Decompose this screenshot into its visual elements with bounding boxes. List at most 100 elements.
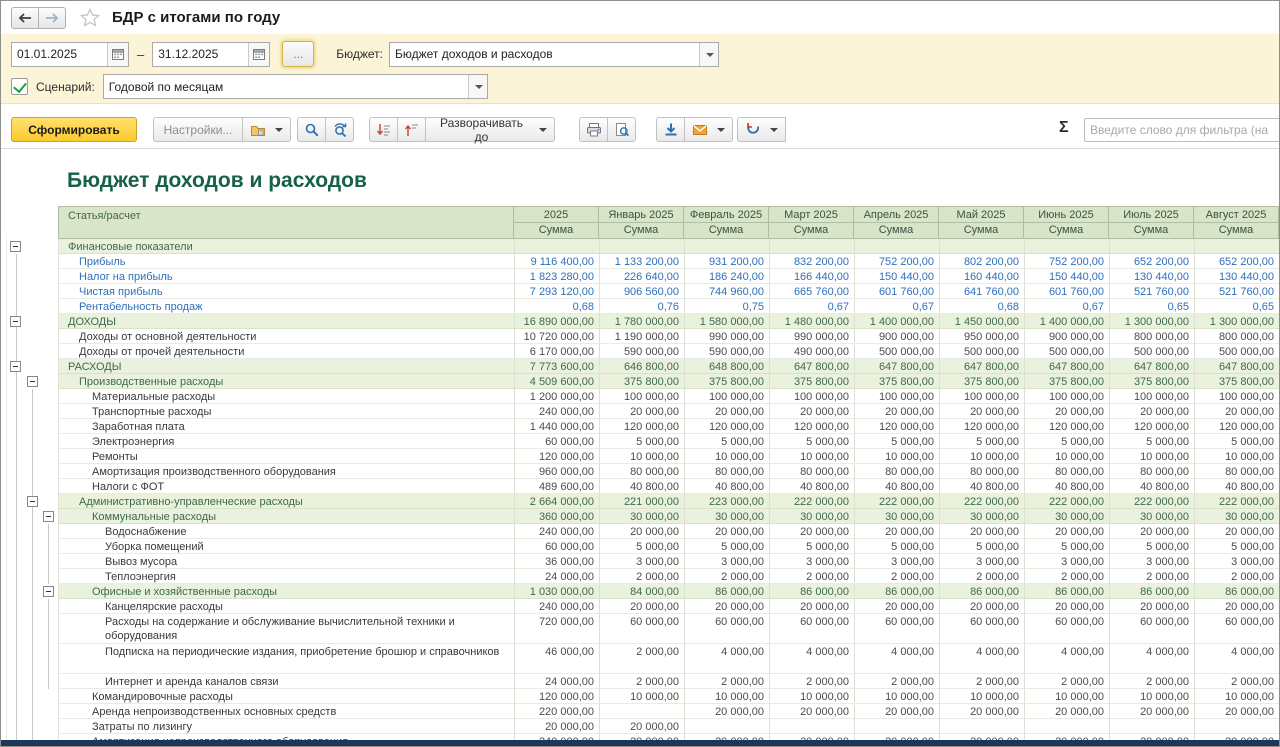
- value-cell: 60 000,00: [854, 614, 939, 644]
- value-cell: [1109, 239, 1194, 254]
- period-picker-button[interactable]: ...: [282, 41, 314, 67]
- scenario-checkbox[interactable]: [11, 78, 28, 95]
- collapse-expander-icon[interactable]: [27, 376, 38, 387]
- value-cell: 240 000,00: [514, 524, 599, 539]
- value-cell: 10 000,00: [1194, 449, 1279, 464]
- budget-select[interactable]: Бюджет доходов и расходов: [389, 42, 719, 67]
- value-cell: 20 000,00: [1109, 704, 1194, 719]
- value-cell: 120 000,00: [514, 689, 599, 704]
- collapse-expander-icon[interactable]: [10, 316, 21, 327]
- value-cell: 590 000,00: [599, 344, 684, 359]
- article-cell: Доходы от прочей деятельности: [58, 344, 514, 359]
- value-cell: 521 760,00: [1109, 284, 1194, 299]
- value-cell: 1 823 280,00: [514, 269, 599, 284]
- table-row: Электроэнергия60 000,005 000,005 000,005…: [6, 434, 1279, 449]
- value-cell: 0,65: [1109, 299, 1194, 314]
- value-cell: 80 000,00: [684, 464, 769, 479]
- value-cell: 652 200,00: [1194, 254, 1279, 269]
- value-cell: 10 000,00: [599, 689, 684, 704]
- value-cell: 100 000,00: [684, 389, 769, 404]
- date-to-field[interactable]: 31.12.2025: [152, 42, 270, 67]
- print-preview-icon[interactable]: [607, 117, 636, 142]
- send-mail-button[interactable]: [684, 117, 733, 142]
- value-cell: 489 600,00: [514, 479, 599, 494]
- chevron-down-icon[interactable]: [468, 75, 487, 98]
- article-cell: Электроэнергия: [58, 434, 514, 449]
- favorite-star-icon[interactable]: [80, 8, 100, 27]
- value-cell: 2 000,00: [939, 569, 1024, 584]
- calendar-icon[interactable]: [107, 43, 128, 66]
- value-cell: 16 890 000,00: [514, 314, 599, 329]
- value-cell: 906 560,00: [599, 284, 684, 299]
- table-row: Чистая прибыль7 293 120,00906 560,00744 …: [6, 284, 1279, 299]
- value-cell: 490 000,00: [769, 344, 854, 359]
- value-cell: 86 000,00: [1109, 584, 1194, 599]
- back-button[interactable]: [11, 7, 39, 29]
- value-cell: 2 000,00: [599, 644, 684, 674]
- value-cell: 120 000,00: [769, 419, 854, 434]
- save-file-icon[interactable]: [656, 117, 685, 142]
- settings-button[interactable]: Настройки...: [153, 117, 243, 142]
- article-cell[interactable]: Чистая прибыль: [58, 284, 514, 299]
- value-cell: 20 000,00: [1109, 404, 1194, 419]
- value-cell: 5 000,00: [939, 539, 1024, 554]
- article-cell[interactable]: Прибыль: [58, 254, 514, 269]
- article-cell[interactable]: Налог на прибыль: [58, 269, 514, 284]
- article-cell: Ремонты: [58, 449, 514, 464]
- article-cell: Командировочные расходы: [58, 689, 514, 704]
- collapse-expander-icon[interactable]: [43, 511, 54, 522]
- value-cell: 80 000,00: [769, 464, 854, 479]
- tree-gutter: [6, 569, 58, 584]
- return-to-cell-button[interactable]: [737, 117, 786, 142]
- collapse-expander-icon[interactable]: [27, 496, 38, 507]
- collapse-levels-icon[interactable]: [397, 117, 426, 142]
- value-cell: 30 000,00: [1109, 509, 1194, 524]
- report-variants-button[interactable]: [242, 117, 291, 142]
- value-cell: 375 800,00: [769, 374, 854, 389]
- collapse-expander-icon[interactable]: [10, 241, 21, 252]
- value-cell: 60 000,00: [599, 614, 684, 644]
- value-cell: 10 000,00: [939, 449, 1024, 464]
- scenario-value: Годовой по месяцам: [104, 80, 467, 94]
- article-cell[interactable]: Рентабельность продаж: [58, 299, 514, 314]
- sigma-sum-indicator: Σ: [1059, 119, 1069, 137]
- value-cell: 30 000,00: [599, 509, 684, 524]
- tree-gutter: [6, 269, 58, 284]
- value-cell: 40 800,00: [684, 479, 769, 494]
- calendar-icon[interactable]: [248, 43, 269, 66]
- expand-levels-icon[interactable]: [369, 117, 398, 142]
- expand-to-button[interactable]: Разворачивать до: [425, 117, 555, 142]
- collapse-expander-icon[interactable]: [43, 586, 54, 597]
- quick-filter-input[interactable]: [1084, 118, 1280, 142]
- value-cell: 2 000,00: [939, 674, 1024, 689]
- value-cell: 0,76: [599, 299, 684, 314]
- value-cell: 60 000,00: [769, 614, 854, 644]
- chevron-down-icon[interactable]: [699, 43, 718, 66]
- value-cell: 60 000,00: [514, 434, 599, 449]
- collapse-expander-icon[interactable]: [10, 361, 21, 372]
- scenario-select[interactable]: Годовой по месяцам: [103, 74, 488, 99]
- search-next-icon[interactable]: [325, 117, 354, 142]
- table-row: Затраты по лизингу20 000,0020 000,00: [6, 719, 1279, 734]
- table-row: Интернет и аренда каналов связи24 000,00…: [6, 674, 1279, 689]
- table-row: РАСХОДЫ7 773 600,00646 800,00648 800,006…: [6, 359, 1279, 374]
- value-cell: 40 800,00: [769, 479, 854, 494]
- value-cell: 24 000,00: [514, 674, 599, 689]
- value-cell: 20 000,00: [1194, 599, 1279, 614]
- table-row: Коммунальные расходы360 000,0030 000,003…: [6, 509, 1279, 524]
- column-header: Август 2025Сумма: [1194, 206, 1279, 239]
- forward-button[interactable]: [38, 7, 66, 29]
- value-cell: 2 000,00: [1024, 569, 1109, 584]
- generate-button[interactable]: Сформировать: [11, 117, 137, 142]
- search-icon[interactable]: [297, 117, 326, 142]
- value-cell: 832 200,00: [769, 254, 854, 269]
- value-cell: 647 800,00: [1024, 359, 1109, 374]
- column-header: Июль 2025Сумма: [1109, 206, 1194, 239]
- value-cell: 647 800,00: [1109, 359, 1194, 374]
- value-cell: 375 800,00: [599, 374, 684, 389]
- date-from-field[interactable]: 01.01.2025: [11, 42, 129, 67]
- value-cell: 10 000,00: [684, 449, 769, 464]
- article-cell: Доходы от основной деятельности: [58, 329, 514, 344]
- print-icon[interactable]: [579, 117, 608, 142]
- value-cell: 500 000,00: [1109, 344, 1194, 359]
